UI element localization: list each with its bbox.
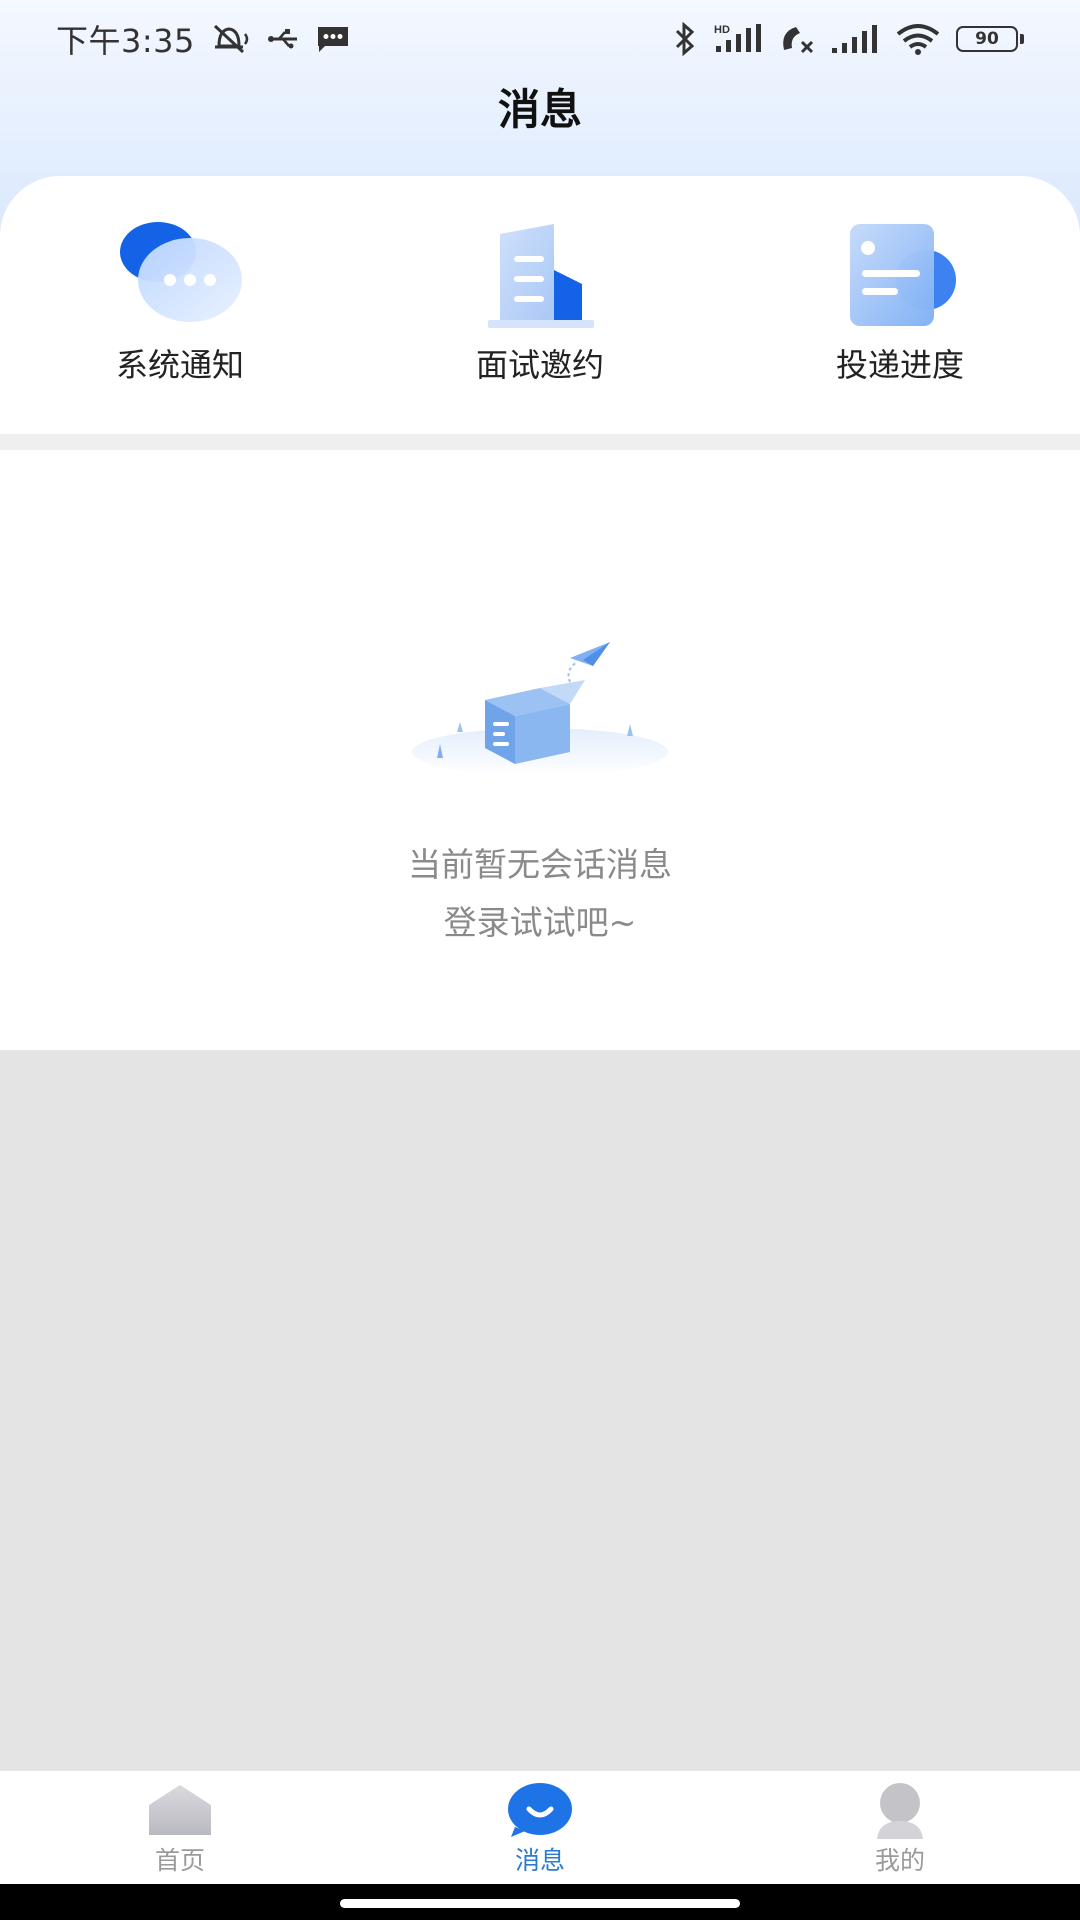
message-screen: 下午3:35 HD 90 消息 系统通知 面试邀约 投递进度 当前暂无会话消息 … — [0, 0, 1080, 1920]
status-right: HD 90 — [672, 22, 1024, 56]
battery-level: 90 — [956, 26, 1018, 52]
mute-bell-icon — [209, 22, 253, 56]
empty-state-panel: 当前暂无会话消息 登录试试吧~ — [0, 450, 1080, 1050]
svg-text:HD: HD — [714, 24, 730, 36]
shortcut-label: 面试邀约 — [475, 346, 604, 384]
document-progress-icon — [830, 222, 970, 332]
nav-item-home[interactable]: 首页 — [0, 1771, 360, 1885]
building-icon — [470, 222, 610, 332]
empty-box-illustration — [405, 640, 675, 780]
nav-item-messages[interactable]: 消息 — [360, 1771, 720, 1885]
bottom-nav: 首页 消息 我的 — [0, 1770, 1080, 1884]
page-title: 消息 — [497, 85, 582, 134]
home-icon — [145, 1781, 215, 1839]
nav-item-profile[interactable]: 我的 — [720, 1771, 1080, 1885]
system-gesture-bar — [0, 1884, 1080, 1920]
status-bar: 下午3:35 HD 90 — [0, 0, 1080, 78]
status-time: 下午3:35 — [56, 22, 195, 60]
hd-signal-icon: HD — [712, 22, 764, 56]
shortcut-application-progress[interactable]: 投递进度 — [720, 176, 1080, 434]
nav-label: 消息 — [514, 1846, 565, 1875]
empty-state-message: 当前暂无会话消息 — [408, 845, 672, 884]
bluetooth-icon — [672, 22, 698, 56]
nav-label: 我的 — [874, 1846, 925, 1875]
missed-call-icon — [778, 22, 816, 56]
gesture-handle[interactable] — [340, 1899, 740, 1908]
message-icon — [505, 1781, 575, 1839]
shortcut-label: 投递进度 — [835, 346, 964, 384]
status-left: 下午3:35 — [56, 16, 351, 62]
usb-icon — [267, 27, 301, 51]
battery-tip — [1020, 34, 1024, 44]
profile-icon — [865, 1781, 935, 1839]
signal-icon — [830, 24, 880, 54]
shortcut-system-notice[interactable]: 系统通知 — [0, 176, 360, 434]
shortcut-card: 系统通知 面试邀约 投递进度 — [0, 176, 1080, 434]
shortcut-interview-invite[interactable]: 面试邀约 — [360, 176, 720, 434]
sms-icon — [315, 24, 351, 54]
chat-bubbles-icon — [110, 222, 250, 332]
wifi-icon — [894, 22, 942, 56]
shortcut-label: 系统通知 — [115, 346, 244, 384]
battery-icon: 90 — [956, 26, 1024, 52]
empty-state-login-hint[interactable]: 登录试试吧~ — [0, 896, 1080, 944]
nav-label: 首页 — [154, 1846, 205, 1875]
divider-strip — [0, 434, 1080, 450]
